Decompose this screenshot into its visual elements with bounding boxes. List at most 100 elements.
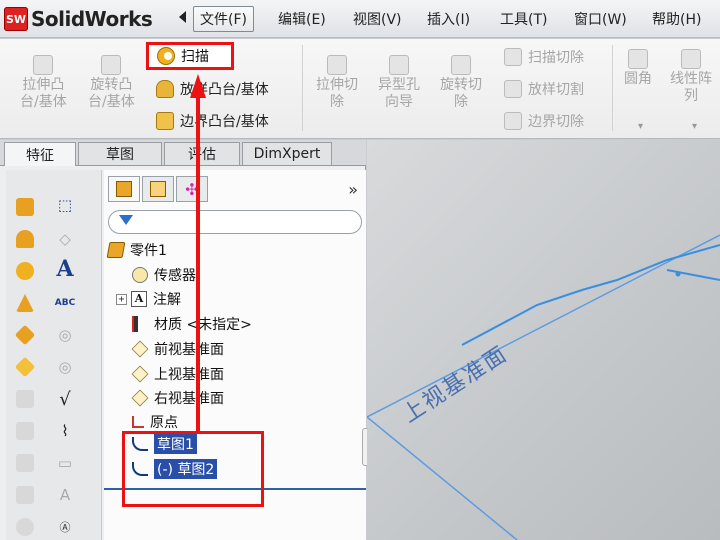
sweep-cut-label: 扫描切除 — [528, 50, 584, 66]
disabled-dimension-icon[interactable]: ◇ — [54, 228, 76, 250]
boundary-cut-icon — [504, 112, 522, 130]
tree-item-label: 注解 — [153, 292, 181, 308]
note-icon[interactable]: A — [54, 256, 76, 282]
revolve-cut-label: 旋转切 除 — [440, 77, 482, 110]
hole-wizard-button[interactable]: 异型孔 向导 — [378, 55, 420, 111]
boundary-cut-button[interactable]: 边界切除 — [504, 111, 584, 131]
extrude-boss-button[interactable]: 拉伸凸 台/基体 — [20, 55, 67, 111]
menu-help[interactable]: 帮助(H) — [646, 6, 707, 32]
viewport-geometry — [367, 234, 720, 540]
tree-item-material[interactable]: 材质 <未指定> — [132, 312, 252, 336]
extrude-boss-icon — [33, 55, 54, 75]
configuration-manager-tab-icon[interactable]: ✣ — [176, 176, 208, 202]
plane-icon — [131, 389, 149, 407]
loft-shortcut-icon[interactable] — [14, 292, 36, 314]
disabled-annotation-icon[interactable]: ▭ — [54, 452, 76, 474]
revolve-boss-icon — [101, 55, 122, 75]
graphics-area[interactable]: 上视基准面 — [367, 140, 720, 540]
loft-cut-label: 放样切割 — [528, 82, 584, 98]
pattern-dropdown-icon[interactable]: ▾ — [692, 121, 697, 132]
tree-tab-bar: ✣ — [108, 176, 210, 202]
solidworks-logo[interactable]: SW SolidWorks — [4, 5, 153, 33]
tree-item-label: 原点 — [150, 415, 178, 431]
linear-pattern-button[interactable]: 线性阵 列 — [670, 49, 712, 105]
extrude-shortcut-icon[interactable] — [14, 196, 36, 218]
menu-bar: SW SolidWorks 文件(F) 编辑(E) 视图(V) 插入(I) 工具… — [0, 0, 720, 38]
tab-dimxpert[interactable]: DimXpert — [242, 142, 332, 165]
origin-icon — [132, 416, 144, 428]
menu-insert[interactable]: 插入(I) — [421, 6, 476, 32]
surface-finish-icon[interactable]: √ — [54, 388, 76, 410]
balloon-icon[interactable]: Ⓐ — [54, 516, 76, 538]
fillet-icon — [628, 49, 648, 69]
loft-boss-button[interactable]: 放样凸台/基体 — [156, 79, 269, 99]
disabled-shortcut-icon[interactable] — [14, 452, 36, 474]
menu-collapse-arrow-icon[interactable] — [179, 11, 186, 23]
ribbon-separator — [302, 45, 303, 131]
boundary-shortcut-icon[interactable] — [14, 324, 36, 346]
plane-icon — [131, 340, 149, 358]
expand-toggle-icon[interactable]: + — [116, 293, 127, 305]
feature-manager-tab-icon[interactable] — [108, 176, 140, 202]
menu-view[interactable]: 视图(V) — [347, 6, 408, 32]
boundary-boss-button[interactable]: 边界凸台/基体 — [156, 111, 269, 131]
smart-dimension-icon[interactable]: ⬚ — [54, 194, 76, 216]
disabled-annotation-icon[interactable]: ◎ — [54, 324, 76, 346]
weld-symbol-icon[interactable]: ⌇ — [54, 420, 76, 442]
sweep-shortcut-icon[interactable] — [14, 260, 36, 282]
tree-item-right-plane[interactable]: 右视基准面 — [131, 386, 224, 410]
disabled-shortcut-icon[interactable] — [14, 388, 36, 410]
sweep-cut-button[interactable]: 扫描切除 — [504, 47, 584, 67]
hole-wizard-label: 异型孔 向导 — [378, 77, 420, 110]
sweep-cut-icon — [504, 48, 522, 66]
menu-file[interactable]: 文件(F) — [193, 6, 254, 32]
disabled-shortcut-icon[interactable] — [14, 484, 36, 506]
tab-features[interactable]: 特征 — [4, 142, 76, 166]
tree-item-sensors[interactable]: 传感器 — [132, 263, 196, 287]
tree-filter-input[interactable] — [108, 210, 362, 234]
revolve-shortcut-icon[interactable] — [14, 228, 36, 250]
sweep-button[interactable]: 扫描 — [146, 42, 234, 70]
extrude-cut-button[interactable]: 拉伸切 除 — [316, 55, 358, 111]
spell-check-icon[interactable]: ABC — [54, 292, 76, 314]
tree-item-top-plane[interactable]: 上视基准面 — [131, 362, 224, 386]
revolve-cut-button[interactable]: 旋转切 除 — [440, 55, 482, 111]
sketch-highlight-box — [122, 431, 264, 507]
tree-item-label: 上视基准面 — [154, 367, 224, 383]
tree-item-annotations[interactable]: + A 注解 — [116, 287, 181, 311]
annotation-icon: A — [131, 291, 147, 307]
menu-tools[interactable]: 工具(T) — [494, 6, 553, 32]
tree-item-front-plane[interactable]: 前视基准面 — [131, 337, 224, 361]
tab-evaluate[interactable]: 评估 — [164, 142, 240, 165]
sketch-point[interactable] — [675, 271, 681, 277]
tree-item-part[interactable]: 零件1 — [106, 238, 167, 262]
linear-pattern-label: 线性阵 列 — [670, 71, 712, 104]
sweep-profile-line[interactable] — [666, 269, 720, 281]
disabled-shortcut-icon[interactable] — [14, 516, 36, 538]
fillet-button[interactable]: 圆角 — [624, 49, 652, 88]
loft-cut-button[interactable]: 放样切割 — [504, 79, 584, 99]
disabled-annotation-icon[interactable]: A — [54, 484, 76, 506]
revolve-boss-button[interactable]: 旋转凸 台/基体 — [88, 55, 135, 111]
menu-edit[interactable]: 编辑(E) — [272, 6, 332, 32]
disabled-annotation-icon[interactable]: ◎ — [54, 356, 76, 378]
property-manager-tab-icon[interactable] — [142, 176, 174, 202]
tree-item-label: 传感器 — [154, 268, 196, 284]
command-tabs: 特征 草图 评估 DimXpert — [0, 140, 366, 166]
tab-sketch[interactable]: 草图 — [78, 142, 162, 165]
extrude-cut-icon — [327, 55, 347, 75]
expand-panel-icon[interactable]: » — [348, 180, 358, 199]
sweep-path-line[interactable] — [461, 244, 720, 346]
extrude-cut-label: 拉伸切 除 — [316, 77, 358, 110]
menu-window[interactable]: 窗口(W) — [568, 6, 633, 32]
disabled-shortcut-icon[interactable] — [14, 420, 36, 442]
plane-shortcut-icon[interactable] — [14, 356, 36, 378]
command-manager-ribbon: 拉伸凸 台/基体 旋转凸 台/基体 放样凸台/基体 边界凸台/基体 拉伸切 除 … — [0, 39, 720, 139]
revolve-boss-label: 旋转凸 台/基体 — [88, 77, 135, 110]
fillet-dropdown-icon[interactable]: ▾ — [638, 121, 643, 132]
fillet-label: 圆角 — [624, 71, 652, 87]
loft-boss-label: 放样凸台/基体 — [180, 82, 269, 98]
boundary-boss-label: 边界凸台/基体 — [180, 114, 269, 130]
hole-wizard-icon — [389, 55, 409, 75]
sweep-label: 扫描 — [181, 49, 209, 65]
